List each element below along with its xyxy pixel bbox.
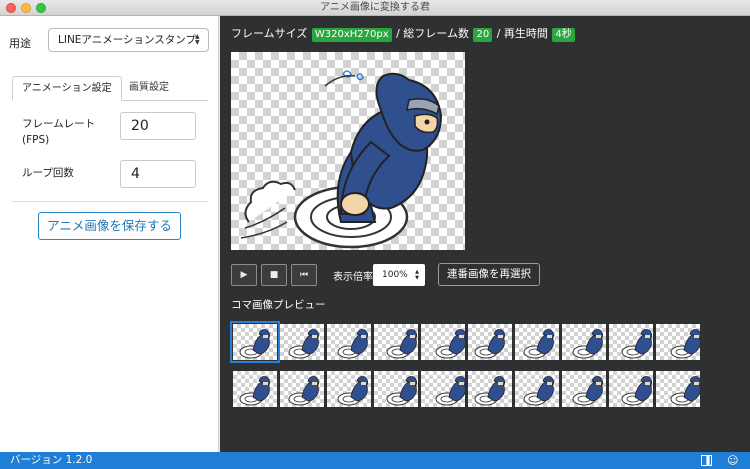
frame-thumbnail[interactable] xyxy=(327,371,371,407)
purpose-label: 用途 xyxy=(9,37,31,50)
divider xyxy=(12,201,208,202)
frame-image xyxy=(239,329,271,359)
title-bar: アニメ画像に変換する君 xyxy=(0,0,750,16)
frame-thumbnail[interactable] xyxy=(562,324,606,360)
window-title: アニメ画像に変換する君 xyxy=(320,2,430,13)
frame-thumbnail[interactable] xyxy=(468,324,512,360)
duration-label: / 再生時間 xyxy=(496,27,548,40)
frame-image xyxy=(239,376,271,406)
frame-image xyxy=(621,329,653,359)
frame-size-badge: W320xH270px xyxy=(311,28,392,42)
frame-thumbnail[interactable] xyxy=(609,371,653,407)
smiley-icon[interactable]: ☺ xyxy=(727,452,738,469)
fps-label-line1: フレームレート xyxy=(22,118,96,130)
fps-label: フレームレート (FPS) xyxy=(22,116,95,148)
animation-preview xyxy=(231,52,465,250)
frame-thumbnail[interactable] xyxy=(280,371,324,407)
frames-preview-title: コマ画像プレビュー xyxy=(231,299,326,311)
purpose-select-value: LINEアニメーションスタンプ xyxy=(58,34,196,46)
close-window-button[interactable] xyxy=(6,3,16,13)
tab-animation-settings[interactable]: アニメーション設定 xyxy=(12,76,122,101)
zoom-select[interactable]: 100% ▲ ▼ xyxy=(373,264,425,286)
zoom-label: 表示倍率 xyxy=(333,272,373,283)
frame-thumbnail[interactable] xyxy=(233,371,277,407)
frame-image xyxy=(572,329,604,359)
ninja-character-image xyxy=(240,70,443,249)
version-text: バージョン 1.2.0 xyxy=(10,454,93,466)
frame-image xyxy=(572,376,604,406)
frame-image xyxy=(337,376,369,406)
duration-badge: 4秒 xyxy=(552,28,575,42)
save-animation-button[interactable]: アニメ画像を保存する xyxy=(38,212,181,240)
frame-image xyxy=(523,329,555,359)
frame-thumbnail[interactable] xyxy=(515,371,559,407)
frame-image xyxy=(474,376,506,406)
settings-sidebar: 用途 LINEアニメーションスタンプ ▲ ▼ アニメーション設定 画質設定 フレー… xyxy=(0,16,219,452)
frame-thumbnail[interactable] xyxy=(421,324,465,360)
frame-thumbnail[interactable] xyxy=(656,371,700,407)
fps-label-line2: (FPS) xyxy=(22,134,50,146)
window-layout-icon[interactable]: ▐ xyxy=(701,455,712,466)
frame-thumbnail[interactable] xyxy=(230,321,280,363)
frame-image xyxy=(337,329,369,359)
play-button[interactable]: ▶ xyxy=(231,264,257,286)
frame-image xyxy=(435,376,465,406)
frame-thumbnail[interactable] xyxy=(327,324,371,360)
frame-thumbnail[interactable] xyxy=(609,324,653,360)
frame-image xyxy=(386,376,418,406)
zoom-select-value: 100% xyxy=(382,270,408,280)
preview-panel: フレームサイズ W320xH270px / 総フレーム数 20 / 再生時間 4… xyxy=(220,16,750,452)
frame-image xyxy=(288,329,320,359)
purpose-select[interactable]: LINEアニメーションスタンプ ▲ ▼ xyxy=(48,28,209,52)
frame-image xyxy=(670,329,700,359)
frame-info: フレームサイズ W320xH270px / 総フレーム数 20 / 再生時間 4… xyxy=(231,26,576,42)
loop-count-input[interactable]: 4 xyxy=(120,160,196,188)
loop-count-label: ループ回数 xyxy=(22,167,74,179)
fps-input[interactable]: 20 xyxy=(120,112,196,140)
frame-image xyxy=(621,376,653,406)
frame-image xyxy=(474,329,506,359)
frame-thumbnail[interactable] xyxy=(656,324,700,360)
minimize-window-button[interactable] xyxy=(21,3,31,13)
frame-image xyxy=(288,376,320,406)
frame-thumbnail[interactable] xyxy=(421,371,465,407)
total-frames-badge: 20 xyxy=(473,28,493,42)
frame-image xyxy=(435,329,465,359)
maximize-window-button[interactable] xyxy=(36,3,46,13)
frame-image xyxy=(523,376,555,406)
frame-image xyxy=(670,376,700,406)
frame-thumbnail[interactable] xyxy=(562,371,606,407)
frame-thumbnail[interactable] xyxy=(468,371,512,407)
frame-thumbnail[interactable] xyxy=(280,324,324,360)
settings-tabs: アニメーション設定 画質設定 xyxy=(12,76,208,101)
frame-image xyxy=(386,329,418,359)
updown-arrows-icon: ▲ ▼ xyxy=(415,269,419,281)
total-frames-label: / 総フレーム数 xyxy=(396,27,469,40)
frame-thumbnail[interactable] xyxy=(374,371,418,407)
stop-button[interactable]: ■ xyxy=(261,264,287,286)
reselect-frames-button[interactable]: 連番画像を再選択 xyxy=(438,263,540,286)
tab-quality-settings[interactable]: 画質設定 xyxy=(120,76,178,101)
frame-thumbnail[interactable] xyxy=(374,324,418,360)
updown-arrows-icon: ▲ ▼ xyxy=(195,33,200,46)
frame-size-label: フレームサイズ xyxy=(231,27,308,40)
status-bar: バージョン 1.2.0 ▐ ☺ xyxy=(0,452,750,469)
frame-thumbnail[interactable] xyxy=(515,324,559,360)
rewind-button[interactable]: ⏮ xyxy=(291,264,317,286)
